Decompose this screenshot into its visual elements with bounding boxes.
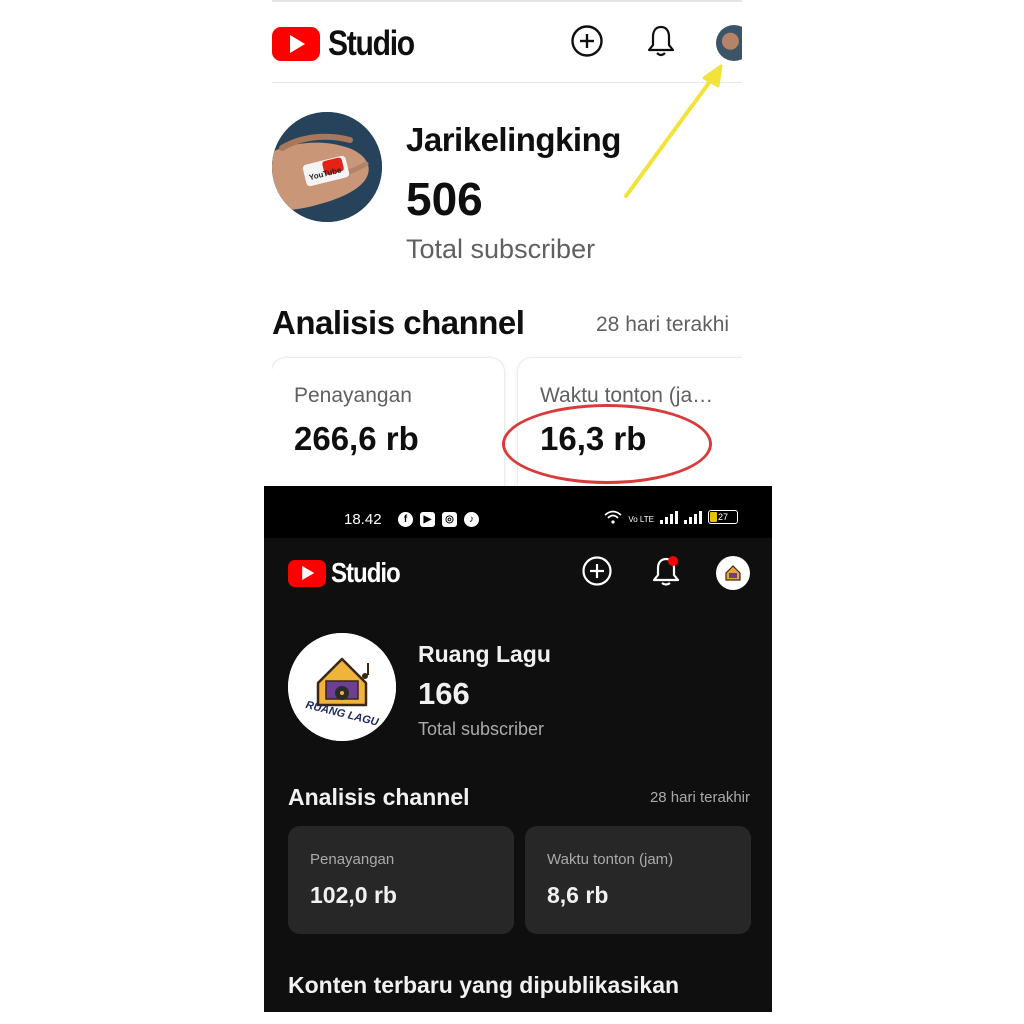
card-value: 8,6 rb [547,882,609,908]
app-name: Studio [328,24,415,63]
app-name: Studio [331,557,401,588]
top-divider [272,0,742,2]
highlight-circle-annotation [502,404,712,484]
account-avatar[interactable] [716,25,742,61]
card-value: 266,6 rb [294,420,419,457]
analytics-period: 28 hari terakhi [596,313,730,336]
volte-indicator: Vo LTE [628,515,654,524]
plus-circle-icon [571,25,603,57]
analytics-section-title: Analisis channel [288,784,470,810]
card-label: Waktu tonton (jam) [547,851,674,868]
notifications-button[interactable] [644,24,678,58]
youtube-studio-logo[interactable]: Studio [288,557,411,589]
subscriber-count: 506 [406,173,483,225]
tiktok-icon: ♪ [464,512,479,527]
app-header: Studio [264,538,772,608]
status-time: 18.42 [344,511,382,528]
hand-holding-logo-image: YouTube [272,112,382,222]
account-avatar[interactable] [716,556,750,590]
signal-icon [660,511,678,524]
dark-studio-screen: 18.42 f ▶ ◎ ♪ Vo LTE 27 Studio RUANG LAG… [264,486,772,1012]
card-label: Penayangan [310,851,395,868]
ruang-lagu-logo: RUANG LAGU [288,633,396,741]
comparison-canvas: Studio YouTube Jarikelingking 506 Total … [0,0,1024,1024]
card-value: 102,0 rb [310,882,397,908]
subscriber-count: 166 [418,676,470,711]
notification-dot [668,556,678,566]
bell-icon [652,556,680,586]
recent-content-title: Konten terbaru yang dipublikasikan [288,972,680,998]
watch-time-card[interactable]: Waktu tonton (jam) 8,6 rb [525,826,751,934]
views-card[interactable]: Penayangan 102,0 rb [288,826,514,934]
card-label: Penayangan [294,384,412,407]
create-button[interactable] [581,555,613,587]
battery-level: 27 [717,512,728,522]
youtube-play-icon [288,559,326,587]
status-system-icons: Vo LTE 27 [604,510,738,524]
app-header: Studio [272,16,742,68]
channel-avatar[interactable]: RUANG LAGU [288,633,396,741]
card-label: Waktu tonton (ja… [540,384,714,407]
signal-icon-2 [684,511,702,524]
subscriber-label: Total subscriber [406,234,596,264]
notifications-button[interactable] [650,555,682,587]
house-logo-icon [725,565,741,581]
plus-circle-icon [582,556,612,586]
battery-icon: 27 [708,510,738,524]
bell-icon [647,25,675,57]
channel-name: Jarikelingking [406,121,621,158]
status-bar: 18.42 f ▶ ◎ ♪ Vo LTE 27 [264,486,772,538]
facebook-icon: f [398,512,413,527]
analytics-section-title: Analisis channel [272,304,525,341]
wifi-icon [604,510,622,524]
views-card[interactable]: Penayangan 266,6 rb [272,358,504,486]
youtube-studio-logo[interactable]: Studio [272,24,428,64]
header-divider [272,82,742,83]
create-button[interactable] [570,24,604,58]
channel-name: Ruang Lagu [418,641,551,667]
instagram-icon: ◎ [442,512,457,527]
status-app-icons: f ▶ ◎ ♪ [398,512,479,527]
subscriber-label: Total subscriber [418,719,545,739]
analytics-period: 28 hari terakhir [649,789,750,806]
youtube-play-icon [272,27,320,61]
channel-avatar[interactable]: YouTube [272,112,382,222]
youtube-icon: ▶ [420,512,435,527]
